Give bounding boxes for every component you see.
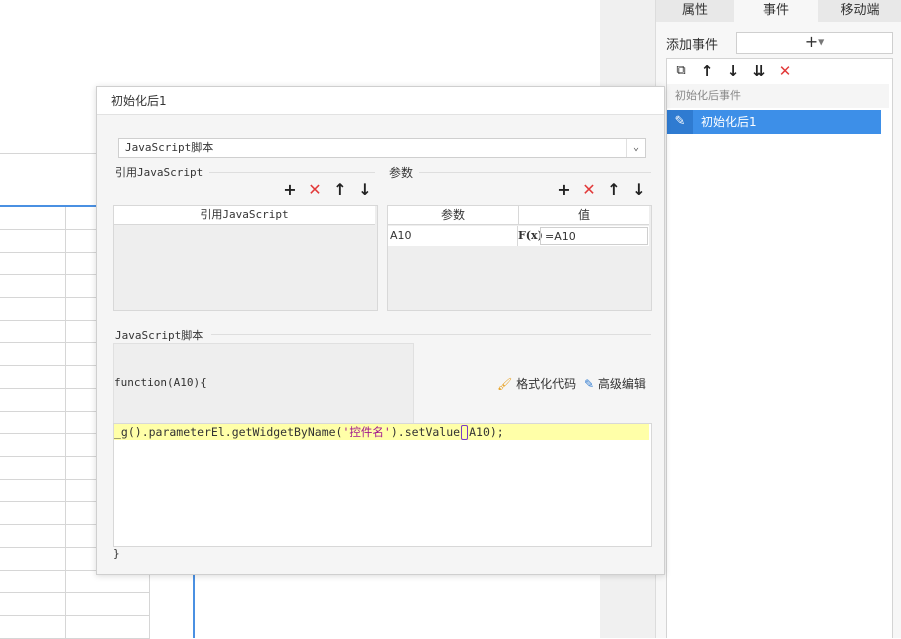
event-list: 初始化后事件 ✎ 初始化后1 [666,84,893,638]
script-type-select[interactable]: JavaScript脚本 ⌄ [118,138,646,158]
table-row[interactable]: A10 F(x) =A10 [388,226,649,246]
code-string: '控件名' [342,425,391,439]
param-table: 参数 值 A10 F(x) =A10 [387,205,652,311]
copy-icon[interactable]: ⧉ [672,62,690,80]
advanced-edit-label: 高级编辑 [597,377,646,391]
move-down-icon[interactable]: ↓ [724,62,742,80]
event-list-item[interactable]: ✎ 初始化后1 [667,110,881,134]
move-down-icon[interactable]: ↓ [630,181,648,199]
script-section-label: JavaScript脚本 [115,329,204,342]
delete-icon[interactable]: ✕ [580,181,598,199]
delete-icon[interactable]: ✕ [306,181,324,199]
ref-js-table: 引用JavaScript [113,205,378,311]
advanced-edit-button[interactable]: ✎ 高级编辑 [584,375,646,392]
move-to-bottom-icon[interactable]: ⇊ [750,62,768,80]
move-up-icon[interactable]: ↑ [605,181,623,199]
chevron-down-icon: ▼ [818,37,825,47]
grid-line [65,206,66,638]
edit-icon: ✎ [584,377,595,391]
code-text: A10); [469,425,504,439]
section-divider [209,172,375,173]
script-type-value: JavaScript脚本 [125,141,214,154]
param-column-header: 参数 [388,206,519,224]
param-value-input[interactable]: =A10 [540,227,648,245]
section-divider [211,334,651,335]
event-toolbar: ⧉ ↑ ↓ ⇊ ✕ [666,58,893,86]
plus-icon: + [804,32,819,51]
right-property-panel: 属性 事件 移动端 添加事件 +▼ ⧉ ↑ ↓ ⇊ ✕ 初始化后事件 ✎ 初始化… [655,0,901,638]
formula-icon[interactable]: F(x) [518,226,543,246]
function-header: function(A10){ [114,376,207,389]
ref-js-section-label: 引用JavaScript [115,166,204,179]
value-column-header: 值 [577,208,590,222]
add-event-label: 添加事件 [666,38,719,53]
move-up-icon[interactable]: ↑ [331,181,349,199]
dialog-title: 初始化后1 [97,87,664,115]
tab-mobile[interactable]: 移动端 [818,0,901,22]
add-icon[interactable]: + [555,181,573,199]
function-footer: } [113,547,120,560]
code-text: _g().parameterEl.getWidgetByName( [114,425,343,439]
code-editor[interactable]: _g().parameterEl.getWidgetByName('控件名').… [113,423,652,547]
grid-line [0,592,150,593]
event-group-header: 初始化后事件 [667,84,889,108]
format-code-label: 格式化代码 [516,377,577,391]
tab-properties[interactable]: 属性 [656,0,734,22]
add-event-button[interactable]: +▼ [736,32,893,54]
move-down-icon[interactable]: ↓ [356,181,374,199]
pencil-icon: ✎ [667,110,693,134]
delete-icon[interactable]: ✕ [776,62,794,80]
param-name-cell[interactable]: A10 [388,226,518,246]
tab-events[interactable]: 事件 [734,0,818,22]
code-line[interactable]: _g().parameterEl.getWidgetByName('控件名').… [114,424,649,440]
format-code-button[interactable]: 🖌 格式化代码 [497,375,576,392]
brush-icon: 🖌 [497,377,513,391]
move-up-icon[interactable]: ↑ [698,62,716,80]
event-editor-dialog: 初始化后1 JavaScript脚本 ⌄ 引用JavaScript + ✕ ↑ … [96,86,665,575]
ref-js-column-header: 引用JavaScript [114,206,375,225]
event-item-label: 初始化后1 [701,115,757,129]
chevron-down-icon[interactable]: ⌄ [626,139,645,157]
grid-line [0,615,150,616]
add-icon[interactable]: + [281,181,299,199]
param-table-header: 参数 值 [388,206,649,225]
section-divider [419,172,651,173]
param-section-label: 参数 [389,166,414,180]
code-text: ).setValue [390,425,461,439]
text-cursor [461,425,469,440]
